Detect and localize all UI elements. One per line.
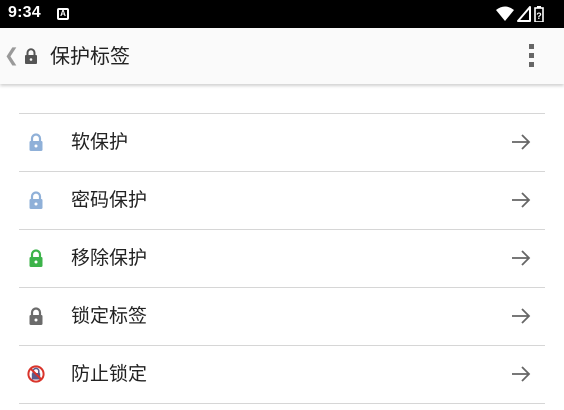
list-item-label: 锁定标签	[71, 305, 148, 327]
svg-text:?: ?	[536, 11, 542, 21]
lock-icon	[29, 249, 43, 267]
wifi-icon	[496, 6, 514, 21]
battery-icon: ?	[534, 6, 544, 22]
lock-icon	[29, 133, 43, 151]
arrow-right-icon	[512, 192, 531, 208]
notification-icon: A	[57, 8, 69, 20]
status-time: 9:34	[8, 4, 41, 21]
list-item-prevent-lock[interactable]: 防止锁定	[19, 346, 545, 404]
arrow-right-icon	[512, 366, 531, 382]
page-title: 保护标签	[50, 44, 130, 68]
list-item-password-protection[interactable]: 密码保护	[19, 172, 545, 230]
chevron-left-icon[interactable]: ❮	[4, 46, 19, 66]
list-item-soft-protection[interactable]: 软保护	[19, 114, 545, 172]
status-bar: 9:34 A ?	[0, 0, 564, 28]
lock-icon	[29, 307, 43, 325]
list-item-lock-tag[interactable]: 锁定标签	[19, 288, 545, 346]
arrow-right-icon	[512, 250, 531, 266]
app-toolbar: ❮ 保护标签	[0, 28, 564, 84]
no-lock-icon	[27, 365, 45, 383]
list-item-label: 密码保护	[71, 189, 148, 211]
arrow-right-icon	[512, 134, 531, 150]
protection-options-list: 软保护 密码保护 移除保护 锁定标签 防止锁定	[19, 113, 545, 404]
signal-icon	[517, 6, 531, 22]
more-vert-icon[interactable]	[526, 44, 536, 70]
list-item-remove-protection[interactable]: 移除保护	[19, 230, 545, 288]
list-item-label: 防止锁定	[71, 363, 148, 385]
status-icons: ?	[496, 6, 544, 22]
list-item-label: 软保护	[71, 131, 129, 153]
lock-icon	[25, 48, 37, 64]
arrow-right-icon	[512, 308, 531, 324]
list-item-label: 移除保护	[71, 247, 148, 269]
lock-icon	[29, 191, 43, 209]
